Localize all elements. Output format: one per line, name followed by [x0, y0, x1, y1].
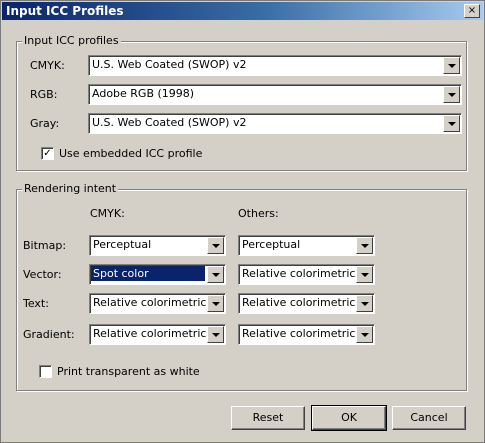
chevron-down-icon[interactable] [207, 295, 224, 312]
bitmap-cmyk-value: Perceptual [93, 238, 152, 251]
gradient-others-select[interactable]: Relative colorimetric [238, 324, 375, 345]
vector-label: Vector: [23, 268, 62, 281]
input-icc-profiles-dialog: Input ICC Profiles × Input ICC profiles … [0, 0, 485, 443]
use-embedded-icc-checkbox[interactable]: ✓ [41, 147, 54, 160]
input-icc-profiles-legend: Input ICC profiles [22, 34, 121, 47]
text-others-value: Relative colorimetric [242, 296, 356, 309]
chevron-down-icon[interactable] [356, 295, 373, 312]
cmyk-profile-value: U.S. Web Coated (SWOP) v2 [92, 58, 247, 71]
use-embedded-icc-label[interactable]: Use embedded ICC profile [59, 147, 202, 160]
rendering-intent-group: Rendering intent CMYK: Others: Bitmap: P… [16, 182, 467, 391]
rgb-profile-select[interactable]: Adobe RGB (1998) [88, 84, 462, 105]
close-button[interactable]: × [464, 4, 480, 18]
chevron-down-icon[interactable] [356, 326, 373, 343]
cancel-button[interactable]: Cancel [392, 406, 466, 430]
chevron-down-icon[interactable] [356, 237, 373, 254]
input-icc-profiles-group: Input ICC profiles CMYK: U.S. Web Coated… [16, 34, 467, 171]
gradient-cmyk-value: Relative colorimetric [93, 327, 207, 340]
bitmap-others-select[interactable]: Perceptual [238, 235, 375, 256]
rendering-intent-legend: Rendering intent [22, 182, 119, 195]
title-bar[interactable]: Input ICC Profiles × [2, 2, 483, 20]
bitmap-others-value: Perceptual [242, 238, 301, 251]
cmyk-profile-label: CMYK: [30, 59, 65, 72]
chevron-down-icon[interactable] [207, 326, 224, 343]
text-others-select[interactable]: Relative colorimetric [238, 293, 375, 314]
gradient-cmyk-select[interactable]: Relative colorimetric [89, 324, 226, 345]
gray-profile-select[interactable]: U.S. Web Coated (SWOP) v2 [88, 113, 462, 134]
vector-others-select[interactable]: Relative colorimetric [238, 264, 375, 285]
vector-others-value: Relative colorimetric [242, 267, 356, 280]
others-column-header: Others: [238, 207, 279, 220]
rgb-profile-value: Adobe RGB (1998) [92, 87, 195, 100]
rgb-profile-label: RGB: [30, 88, 58, 101]
chevron-down-icon[interactable] [356, 266, 373, 283]
gradient-label: Gradient: [23, 328, 75, 341]
text-cmyk-select[interactable]: Relative colorimetric [89, 293, 226, 314]
ok-button[interactable]: OK [311, 405, 387, 431]
chevron-down-icon[interactable] [443, 57, 460, 74]
close-icon: × [467, 5, 477, 16]
reset-button[interactable]: Reset [231, 406, 305, 430]
chevron-down-icon[interactable] [207, 237, 224, 254]
print-transparent-label[interactable]: Print transparent as white [57, 365, 200, 378]
chevron-down-icon[interactable] [443, 86, 460, 103]
bitmap-cmyk-select[interactable]: Perceptual [89, 235, 226, 256]
print-transparent-checkbox[interactable] [39, 365, 52, 378]
chevron-down-icon[interactable] [207, 266, 224, 283]
checkmark-icon: ✓ [43, 148, 52, 159]
chevron-down-icon[interactable] [443, 115, 460, 132]
text-label: Text: [23, 297, 49, 310]
vector-cmyk-value: Spot color [91, 266, 205, 281]
text-cmyk-value: Relative colorimetric [93, 296, 207, 309]
gradient-others-value: Relative colorimetric [242, 327, 356, 340]
bitmap-label: Bitmap: [23, 239, 67, 252]
gray-profile-value: U.S. Web Coated (SWOP) v2 [92, 116, 247, 129]
gray-profile-label: Gray: [30, 117, 60, 130]
cmyk-profile-select[interactable]: U.S. Web Coated (SWOP) v2 [88, 55, 462, 76]
cmyk-column-header: CMYK: [90, 207, 125, 220]
vector-cmyk-select[interactable]: Spot color [89, 264, 226, 285]
window-title: Input ICC Profiles [6, 4, 124, 18]
